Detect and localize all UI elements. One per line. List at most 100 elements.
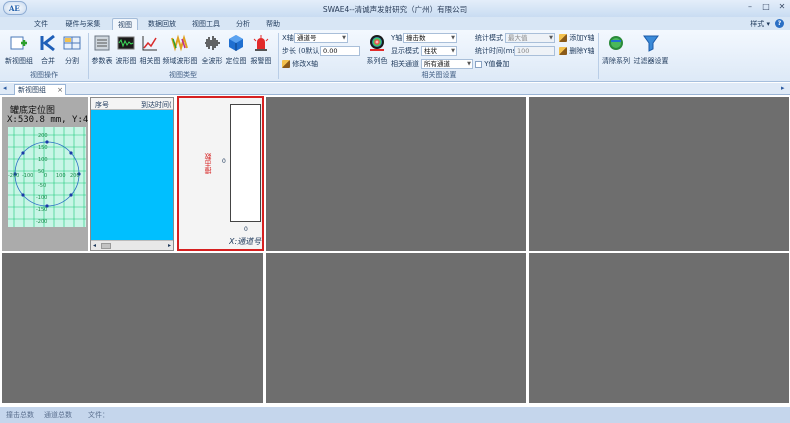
- close-icon[interactable]: ×: [57, 85, 63, 95]
- empty-view-cell[interactable]: [266, 253, 526, 403]
- param-table-panel[interactable]: 序号 到达时间( ◂ ▸: [90, 97, 174, 251]
- clear-series-label: 清除系列: [602, 57, 630, 65]
- checkbox-icon: [475, 60, 482, 68]
- merge-icon: [40, 34, 55, 52]
- delete-y-button[interactable]: 删除Y轴: [559, 46, 595, 56]
- view-ops-group-label: 视图操作: [30, 71, 58, 79]
- alarm-label: 报警图: [250, 57, 272, 65]
- tab-new-view-group[interactable]: 新视图组 ×: [14, 84, 66, 95]
- split-label: 分割: [65, 57, 79, 65]
- stat-time-input[interactable]: 100: [514, 46, 555, 56]
- y-axis-value: 撞击数: [406, 34, 426, 42]
- plot-area: [230, 104, 261, 222]
- full-waveform-button[interactable]: 全波形: [202, 32, 223, 68]
- new-view-group-icon: [10, 36, 27, 50]
- param-table-button[interactable]: 参数表: [92, 32, 113, 68]
- tab-scroll-right-icon[interactable]: ▸: [781, 84, 785, 92]
- display-mode-label: 显示模式: [391, 47, 419, 55]
- new-view-group-button[interactable]: 新视图组: [4, 32, 34, 68]
- split-button[interactable]: 分割: [62, 32, 82, 68]
- ribbon-tabs: 文件 硬件与采集 视图 数据回放 视图工具 分析 帮助 样式 ▾ ?: [0, 17, 790, 30]
- scroll-thumb[interactable]: [101, 243, 111, 249]
- clear-series-button[interactable]: 清除系列: [602, 32, 630, 68]
- rel-channel-select[interactable]: 所有通道 ▼: [421, 59, 473, 69]
- close-icon[interactable]: ✕: [776, 1, 788, 13]
- rel-channel-value: 所有通道: [424, 60, 450, 68]
- stat-mode-label: 统计模式: [475, 34, 503, 42]
- empty-view-cell[interactable]: [2, 253, 263, 403]
- window-title: SWAE4--清诚声发射研究（广州）有限公司: [322, 5, 468, 14]
- horizontal-scrollbar[interactable]: ◂ ▸: [91, 240, 173, 250]
- correlation-plot-panel[interactable]: 撞击数 0 0 X:通道号: [177, 96, 264, 251]
- empty-view-cell[interactable]: [529, 97, 789, 251]
- add-y-button[interactable]: 添加Y轴: [559, 33, 595, 43]
- style-menu[interactable]: 样式 ▾: [750, 19, 770, 29]
- help-icon[interactable]: ?: [775, 19, 784, 28]
- document-tabs: ◂ 新视图组 × ▸: [0, 83, 790, 95]
- empty-view-cell[interactable]: [266, 97, 526, 251]
- clear-series-icon: [609, 36, 623, 50]
- waveform-button[interactable]: 波形图: [116, 32, 137, 68]
- tab-analysis[interactable]: 分析: [230, 18, 256, 30]
- x-axis-value: 通道号: [297, 34, 317, 42]
- tab-playback[interactable]: 数据回放: [142, 18, 182, 30]
- freq-waveform-label: 频域波形图: [162, 57, 198, 65]
- doc-tab-label: 新视图组: [18, 86, 46, 94]
- tab-hardware[interactable]: 硬件与采集: [58, 18, 108, 30]
- status-bar: 撞击总数 通道总数 文件：: [0, 407, 790, 423]
- location-panel[interactable]: 罐底定位图 X:530.8 mm, Y:4 200 150 100 50 0 -…: [2, 97, 88, 251]
- coordinate-readout: X:530.8 mm, Y:4: [7, 115, 89, 125]
- tab-scroll-left-icon[interactable]: ◂: [3, 84, 7, 92]
- minimize-icon[interactable]: –: [744, 1, 756, 13]
- status-file: 文件：: [88, 411, 109, 419]
- ribbon: 新视图组 合并 分割 视图操作 参数表 波形图 相关图 频域波形图 全波形 定位…: [0, 30, 790, 82]
- step-input[interactable]: 0.00: [320, 46, 360, 56]
- add-y-label: 添加Y轴: [569, 34, 595, 42]
- chevron-down-icon: ▼: [549, 35, 553, 41]
- scroll-right-icon[interactable]: ▸: [168, 242, 171, 249]
- y-axis-select[interactable]: 撞击数 ▼: [403, 33, 457, 43]
- y-overlay-checkbox[interactable]: Y值叠加: [475, 59, 510, 69]
- pencil-icon: [559, 47, 567, 55]
- maximize-icon[interactable]: □: [760, 1, 772, 13]
- table-header: 序号 到达时间(: [91, 98, 173, 110]
- modify-x-button[interactable]: 修改X轴: [282, 59, 318, 69]
- series-color-button[interactable]: 系列色: [366, 32, 388, 68]
- correlation-button[interactable]: 相关图: [140, 32, 161, 68]
- scroll-left-icon[interactable]: ◂: [93, 242, 96, 249]
- full-waveform-icon: [205, 36, 220, 50]
- chevron-down-icon: ▼: [342, 35, 346, 41]
- modify-x-label: 修改X轴: [292, 60, 319, 68]
- plot-settings-group-label: 相关图设置: [421, 71, 457, 79]
- location-icon: [229, 35, 243, 51]
- axis-tick: -150: [36, 207, 47, 213]
- tab-file[interactable]: 文件: [28, 18, 54, 30]
- table-body[interactable]: [91, 110, 173, 240]
- view-grid: 罐底定位图 X:530.8 mm, Y:4 200 150 100 50 0 -…: [0, 95, 790, 405]
- freq-waveform-button[interactable]: 频域波形图: [163, 32, 198, 68]
- y-overlay-label: Y值叠加: [484, 60, 510, 68]
- waveform-icon: [117, 36, 135, 50]
- empty-view-cell[interactable]: [529, 253, 789, 403]
- alarm-button[interactable]: 报警图: [250, 32, 272, 68]
- axis-tick: -200: [36, 219, 47, 225]
- axis-tick: -100: [22, 173, 33, 179]
- tab-view-tools[interactable]: 视图工具: [186, 18, 226, 30]
- freq-waveform-icon: [171, 34, 188, 52]
- pencil-icon: [282, 60, 290, 68]
- display-mode-select[interactable]: 柱状 ▼: [421, 46, 457, 56]
- merge-button[interactable]: 合并: [38, 32, 58, 68]
- filter-settings-button[interactable]: 过滤器设置: [634, 32, 669, 68]
- tab-view[interactable]: 视图: [112, 18, 138, 30]
- location-button[interactable]: 定位图: [226, 32, 247, 68]
- column-header[interactable]: 到达时间(: [141, 100, 173, 110]
- x-axis-label: X轴: [282, 34, 294, 42]
- location-grid: 200 150 100 50 0 -50 -100 -150 -200 -200…: [8, 127, 86, 227]
- x-axis-select[interactable]: 通道号 ▼: [294, 33, 348, 43]
- new-view-group-label: 新视图组: [5, 57, 33, 65]
- column-header[interactable]: 序号: [95, 100, 109, 110]
- y-tick: 0: [222, 158, 226, 165]
- tab-help[interactable]: 帮助: [260, 18, 286, 30]
- correlation-icon: [142, 36, 157, 51]
- stat-mode-select[interactable]: 最大值 ▼: [505, 33, 555, 43]
